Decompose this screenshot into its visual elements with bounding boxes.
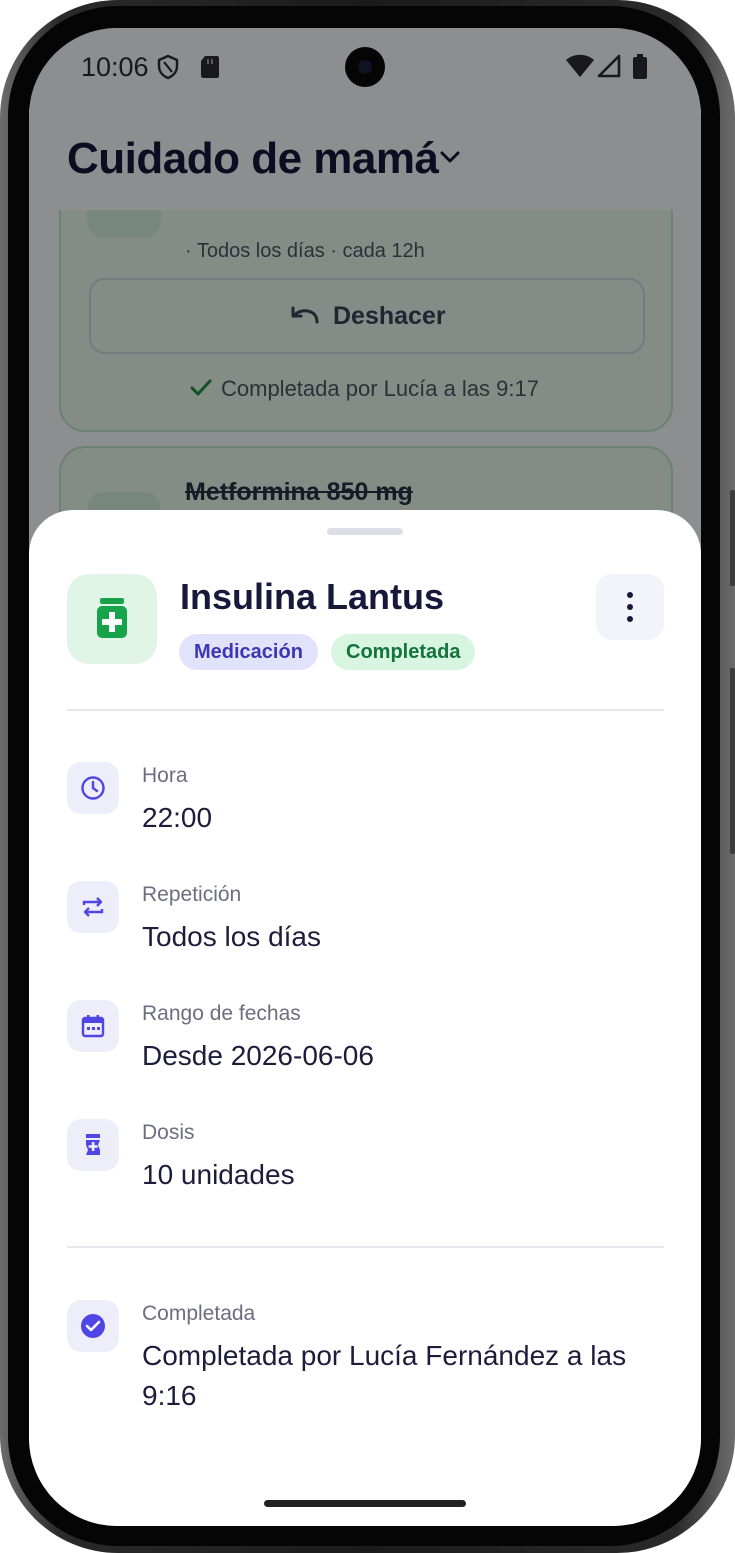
home-indicator[interactable]	[264, 1500, 466, 1507]
screen: 10:06 Cuidado de mamá · Todos los días ·…	[29, 28, 701, 1526]
repeat-icon	[67, 881, 119, 933]
more-vert-icon	[627, 592, 633, 598]
more-options-button[interactable]	[596, 574, 664, 640]
medication-icon	[67, 1119, 119, 1171]
drag-handle[interactable]	[327, 528, 403, 535]
medication-bottle-icon	[67, 574, 157, 664]
detail-value: 10 unidades	[142, 1159, 295, 1190]
detail-value: 22:00	[142, 802, 213, 833]
detail-value: Completada por Lucía Fernández a las 9:1…	[142, 1340, 627, 1411]
task-title: Insulina Lantus	[180, 576, 445, 617]
more-vert-icon-dot	[627, 616, 633, 622]
status-badge: Completada	[331, 634, 476, 670]
task-detail-sheet: Insulina Lantus Medicación Completada Ho…	[29, 510, 701, 1526]
divider	[67, 709, 664, 711]
more-vert-icon-dot	[627, 604, 633, 610]
detail-value: Todos los días	[142, 921, 321, 952]
power-button	[730, 490, 735, 586]
category-badge: Medicación	[179, 634, 318, 670]
clock-icon	[67, 762, 119, 814]
detail-label: Repetición	[142, 883, 242, 906]
check-circle-icon	[67, 1300, 119, 1352]
volume-button	[730, 668, 735, 854]
detail-label: Rango de fechas	[142, 1002, 301, 1025]
phone-frame: 10:06 Cuidado de mamá · Todos los días ·…	[0, 0, 735, 1553]
detail-label: Dosis	[142, 1121, 195, 1144]
calendar-icon	[67, 1000, 119, 1052]
detail-value: Desde 2026-06-06	[142, 1040, 374, 1071]
divider	[67, 1246, 664, 1248]
detail-label: Completada	[142, 1302, 256, 1325]
detail-label: Hora	[142, 764, 188, 787]
